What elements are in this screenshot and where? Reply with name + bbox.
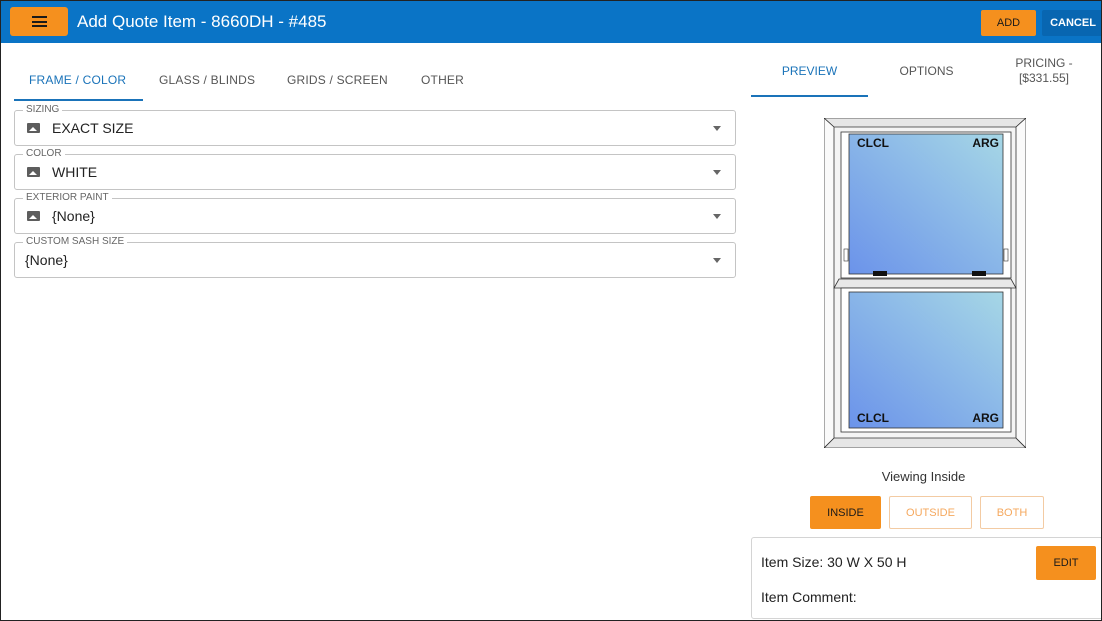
active-tab-indicator: [751, 95, 868, 97]
sizing-value: EXACT SIZE: [52, 120, 134, 136]
cancel-button[interactable]: CANCEL: [1042, 10, 1101, 36]
tab-frame-color[interactable]: FRAME / COLOR: [29, 73, 126, 87]
image-icon: [27, 211, 40, 221]
app-window: Add Quote Item - 8660DH - #485 ADD CANCE…: [0, 0, 1102, 621]
top-sash-right-label: ARG: [972, 136, 999, 150]
top-app-bar: Add Quote Item - 8660DH - #485 ADD CANCE…: [1, 1, 1101, 43]
add-button[interactable]: ADD: [981, 10, 1036, 36]
tab-glass-blinds[interactable]: GLASS / BLINDS: [159, 73, 255, 87]
item-comment: Item Comment:: [761, 589, 857, 605]
window-preview: CLCL ARG CLCL ARG: [824, 118, 1026, 448]
exterior-paint-value: {None}: [52, 208, 95, 224]
dropdown-arrow-icon: [713, 258, 721, 263]
bottom-sash-left-label: CLCL: [857, 411, 889, 425]
tab-grids-screen[interactable]: GRIDS / SCREEN: [287, 73, 388, 87]
top-sash-left-label: CLCL: [857, 136, 889, 150]
active-tab-indicator: [14, 99, 143, 101]
tab-options[interactable]: OPTIONS: [868, 64, 985, 78]
outside-view-button[interactable]: OUTSIDE: [889, 496, 972, 529]
color-value: WHITE: [52, 164, 98, 180]
dropdown-arrow-icon: [713, 126, 721, 131]
menu-button[interactable]: [10, 7, 68, 36]
bottom-sash: CLCL ARG: [833, 278, 1017, 433]
page-title: Add Quote Item - 8660DH - #485: [77, 12, 327, 31]
item-size: Item Size: 30 W X 50 H: [761, 554, 907, 570]
inside-view-button[interactable]: INSIDE: [810, 496, 881, 529]
custom-sash-size-select[interactable]: CUSTOM SASH SIZE {None}: [14, 236, 736, 278]
custom-sash-size-value: {None}: [25, 252, 68, 268]
exterior-paint-select[interactable]: EXTERIOR PAINT {None}: [14, 192, 736, 234]
hamburger-icon: [31, 16, 47, 27]
tab-pricing[interactable]: PRICING - [$331.55]: [985, 56, 1101, 86]
bottom-sash-right-label: ARG: [972, 411, 999, 425]
edit-button[interactable]: EDIT: [1036, 546, 1096, 580]
dropdown-arrow-icon: [713, 214, 721, 219]
tab-other[interactable]: OTHER: [421, 73, 464, 87]
item-info-panel: Item Size: 30 W X 50 H Item Comment: EDI…: [751, 537, 1101, 619]
image-icon: [27, 167, 40, 177]
top-sash: CLCL ARG: [840, 131, 1012, 279]
sizing-select[interactable]: SIZING EXACT SIZE: [14, 104, 736, 146]
both-view-button[interactable]: BOTH: [980, 496, 1044, 529]
image-icon: [27, 123, 40, 133]
pricing-amount: [$331.55]: [1018, 71, 1070, 85]
dropdown-arrow-icon: [713, 170, 721, 175]
color-select[interactable]: COLOR WHITE: [14, 148, 736, 190]
pricing-label: PRICING -: [1015, 56, 1073, 70]
viewing-label: Viewing Inside: [881, 469, 966, 484]
tab-preview[interactable]: PREVIEW: [751, 64, 868, 78]
